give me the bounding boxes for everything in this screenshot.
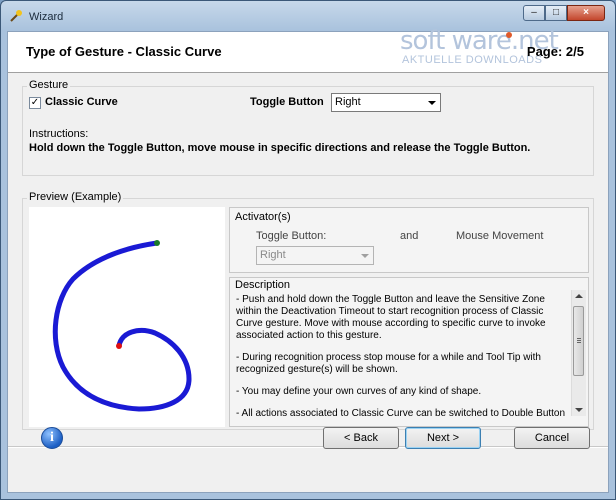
scroll-down-arrow-icon[interactable] — [575, 408, 583, 412]
page-indicator: Page: 2/5 — [526, 44, 584, 59]
window-title: Wizard — [29, 11, 64, 23]
description-paragraph: - Push and hold down the Toggle Button a… — [236, 294, 546, 341]
description-scrollbar[interactable] — [571, 290, 586, 416]
description-panel: Description - Push and hold down the Tog… — [229, 277, 589, 427]
next-button[interactable]: Next > — [405, 427, 481, 449]
curve-start-dot — [116, 343, 122, 349]
description-label: Description — [235, 279, 291, 291]
watermark-sub: AKTUELLE DOWNLOADS — [402, 54, 543, 66]
maximize-button[interactable]: □ — [545, 5, 567, 21]
curve-end-dot — [154, 240, 160, 246]
activator-toggle-select: Right — [256, 246, 374, 265]
activators-panel: Activator(s) Toggle Button: and Mouse Mo… — [229, 207, 589, 273]
window-controls: – □ × — [523, 5, 605, 21]
wizard-header: Type of Gesture - Classic Curve soft war… — [8, 26, 608, 73]
preview-group: Preview (Example) Activator(s) Toggle Bu… — [22, 191, 594, 430]
watermark-dot — [506, 32, 512, 38]
instructions-text: Hold down the Toggle Button, move mouse … — [29, 142, 531, 154]
minimize-button[interactable]: – — [523, 5, 545, 21]
grip-icon — [577, 338, 581, 339]
cancel-button[interactable]: Cancel — [514, 427, 590, 449]
gesture-preview-canvas — [29, 207, 225, 427]
description-paragraph: - You may define your own curves of any … — [236, 386, 482, 397]
page-title: Type of Gesture - Classic Curve — [26, 44, 222, 59]
activators-label: Activator(s) — [235, 211, 291, 223]
scrollbar-thumb[interactable] — [573, 306, 584, 376]
chevron-down-icon — [428, 101, 436, 105]
back-button[interactable]: < Back — [323, 427, 399, 449]
toggle-button-select[interactable]: Right — [331, 93, 441, 112]
preview-group-label: Preview (Example) — [27, 191, 124, 203]
classic-curve-checkbox[interactable]: ✓ — [29, 97, 41, 109]
close-button[interactable]: × — [567, 5, 605, 21]
description-paragraph: - During recognition process stop mouse … — [236, 352, 541, 375]
wizard-window: Wizard – □ × Type of Gesture - Classic C… — [0, 0, 616, 500]
activator-toggle-value: Right — [260, 249, 286, 261]
curve-stroke — [52, 240, 192, 412]
wizard-wand-icon — [10, 10, 22, 22]
instructions-label: Instructions: — [29, 128, 89, 140]
description-text: - Push and hold down the Toggle Button a… — [236, 294, 566, 426]
activator-and-label: and — [400, 230, 419, 242]
description-paragraph: - All actions associated to Classic Curv… — [236, 408, 566, 419]
gesture-group: Gesture ✓ Classic Curve Toggle Button Ri… — [22, 79, 594, 176]
classic-curve-label: Classic Curve — [45, 96, 118, 108]
classic-curve-drawing — [52, 240, 192, 412]
info-icon[interactable]: i — [41, 427, 63, 449]
chevron-down-icon — [361, 254, 369, 258]
toggle-button-label: Toggle Button — [250, 96, 324, 108]
toggle-button-value: Right — [335, 96, 361, 108]
activator-movement-label: Mouse Movement — [456, 230, 544, 242]
activator-toggle-label: Toggle Button: — [256, 230, 327, 242]
wizard-client-area: Type of Gesture - Classic Curve soft war… — [7, 26, 609, 493]
scroll-up-arrow-icon[interactable] — [575, 294, 583, 298]
gesture-group-label: Gesture — [27, 79, 71, 91]
